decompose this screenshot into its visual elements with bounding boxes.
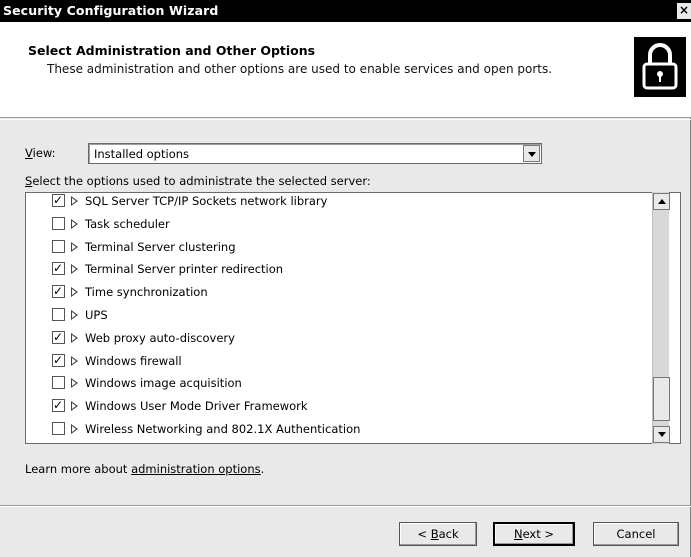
title-bar[interactable]: Security Configuration Wizard × (0, 0, 691, 22)
option-label: Terminal Server clustering (85, 239, 236, 254)
scroll-up-icon[interactable] (653, 193, 670, 210)
checkbox-unchecked[interactable] (52, 239, 65, 253)
next-button[interactable]: Next > (493, 522, 575, 546)
option-label: UPS (85, 308, 108, 322)
view-dropdown-value: Installed options (94, 147, 190, 161)
back-button[interactable]: < Back (399, 522, 477, 546)
expand-triangle-icon[interactable] (71, 264, 78, 275)
checkbox-checked[interactable] (52, 193, 65, 209)
option-row[interactable]: Windows firewall (52, 351, 652, 371)
expand-triangle-icon[interactable] (71, 332, 78, 343)
wizard-window: Security Configuration Wizard × Select A… (0, 0, 691, 557)
page-title: Select Administration and Other Options (28, 43, 316, 58)
checkbox-unchecked[interactable] (52, 216, 65, 230)
expand-triangle-icon[interactable] (71, 218, 78, 229)
expand-triangle-icon[interactable] (71, 355, 78, 366)
option-label: Windows firewall (85, 353, 182, 368)
scroll-down-icon[interactable] (653, 426, 670, 443)
checkbox-checked[interactable] (52, 351, 65, 369)
window-title: Security Configuration Wizard (3, 3, 219, 18)
expand-triangle-icon[interactable] (71, 378, 78, 389)
view-dropdown[interactable]: Installed options (88, 143, 542, 164)
options-list-label: Select the options used to administrate … (25, 174, 371, 188)
option-row[interactable]: Time synchronization (52, 282, 652, 302)
checkbox-checked[interactable] (52, 396, 65, 414)
option-label: Task scheduler (85, 216, 170, 231)
option-row[interactable]: Wireless Networking and 802.1X Authentic… (52, 419, 652, 439)
expand-triangle-icon[interactable] (71, 424, 78, 434)
page-subtitle: These administration and other options a… (47, 62, 553, 76)
option-row[interactable]: Terminal Server printer redirection (52, 259, 652, 279)
option-label: Time synchronization (85, 285, 208, 300)
option-label: Windows image acquisition (85, 376, 242, 391)
option-label: SQL Server TCP/IP Sockets network librar… (85, 194, 328, 208)
administration-options-link[interactable]: administration options (131, 462, 261, 476)
options-list[interactable]: SQL Server TCP/IP Sockets network librar… (25, 192, 681, 444)
checkbox-checked[interactable] (52, 259, 65, 277)
option-label: Terminal Server printer redirection (85, 262, 284, 277)
checkbox-unchecked[interactable] (52, 422, 65, 435)
checkbox-checked[interactable] (52, 328, 65, 346)
checkbox-checked[interactable] (52, 282, 65, 300)
checkbox-unchecked[interactable] (52, 376, 65, 390)
footer-separator-highlight (0, 506, 691, 507)
option-label: Wireless Networking and 802.1X Authentic… (85, 422, 361, 436)
option-row[interactable]: Windows User Mode Driver Framework (52, 396, 652, 416)
expand-triangle-icon[interactable] (71, 401, 78, 412)
expand-triangle-icon[interactable] (71, 241, 78, 252)
expand-triangle-icon[interactable] (71, 310, 78, 320)
option-row[interactable]: Task scheduler (52, 214, 652, 234)
expand-triangle-icon[interactable] (71, 287, 78, 298)
view-label: View: (25, 146, 56, 160)
learn-more-text: Learn more about administration options. (25, 462, 265, 476)
option-label: Windows User Mode Driver Framework (85, 399, 308, 414)
option-label: Web proxy auto-discovery (85, 330, 235, 345)
option-row[interactable]: Windows image acquisition (52, 373, 652, 393)
wizard-header: Select Administration and Other Options … (0, 22, 691, 118)
checkbox-unchecked[interactable] (52, 308, 65, 321)
list-scrollbar[interactable] (652, 192, 670, 444)
header-separator (0, 119, 691, 120)
option-row[interactable]: SQL Server TCP/IP Sockets network librar… (52, 193, 652, 211)
close-icon[interactable]: × (677, 3, 691, 19)
scroll-thumb[interactable] (653, 377, 670, 421)
option-row[interactable]: Terminal Server clustering (52, 237, 652, 257)
option-row[interactable]: UPS (52, 305, 652, 325)
lock-icon (634, 37, 686, 97)
cancel-button[interactable]: Cancel (593, 522, 679, 546)
chevron-down-icon[interactable] (523, 145, 540, 162)
option-row[interactable]: Web proxy auto-discovery (52, 328, 652, 348)
expand-triangle-icon[interactable] (71, 196, 78, 206)
